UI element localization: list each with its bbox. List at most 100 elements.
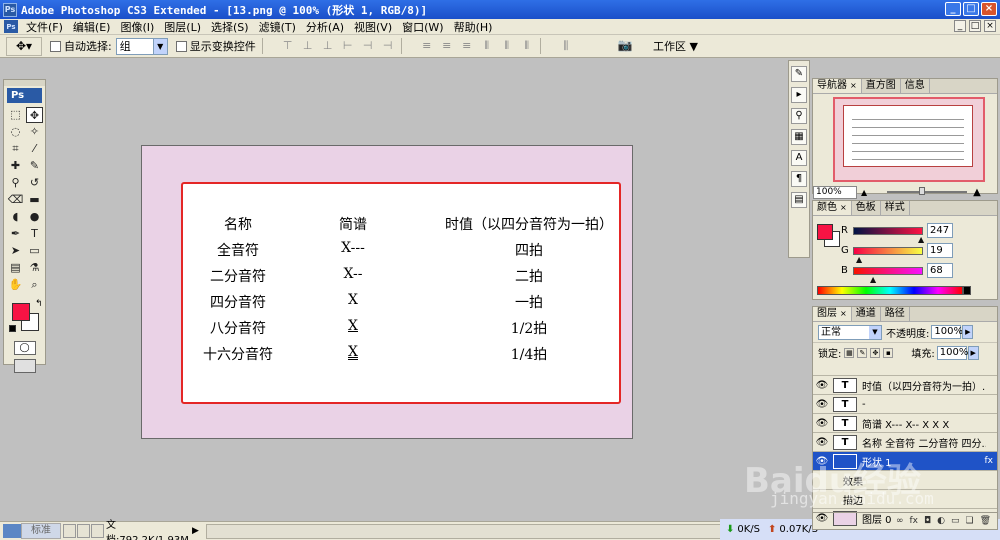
fill-arrow-icon[interactable]: ▶: [967, 345, 979, 360]
doc-minimize-icon[interactable]: _: [954, 20, 966, 32]
menu-filter[interactable]: 滤镜(T): [254, 19, 301, 35]
layer-row[interactable]: 👁 T 名称 全音符 二分音符 四分...: [813, 432, 997, 451]
tab-color[interactable]: 颜色 ×: [813, 201, 852, 215]
show-transform-checkbox[interactable]: 显示变换控件: [175, 38, 256, 54]
distribute-vcenter-icon[interactable]: ≡: [440, 39, 454, 53]
zoom-slider-thumb[interactable]: [919, 187, 926, 195]
notes-tool-icon[interactable]: ▤: [7, 260, 24, 276]
brush-tool-icon[interactable]: ✎: [26, 158, 43, 174]
stamp-tool-icon[interactable]: ⚲: [7, 175, 24, 191]
default-colors-icon[interactable]: [9, 325, 16, 332]
align-bottom-icon[interactable]: ⊥: [321, 39, 335, 53]
blue-value-input[interactable]: 68: [927, 263, 953, 278]
color-ramp[interactable]: [817, 286, 963, 295]
zoom-slider[interactable]: [887, 187, 968, 195]
auto-align-icon[interactable]: ⫼: [559, 39, 573, 53]
history-panel-icon[interactable]: ▤: [791, 192, 807, 208]
menu-window[interactable]: 窗口(W): [397, 19, 448, 35]
blur-tool-icon[interactable]: ◖: [7, 209, 24, 225]
healing-brush-tool-icon[interactable]: ✚: [7, 158, 24, 174]
blue-slider[interactable]: ▲: [853, 266, 923, 284]
opacity-input[interactable]: 100%: [931, 325, 963, 339]
menu-layer[interactable]: 图层(L): [159, 19, 206, 35]
minimize-button[interactable]: _: [945, 2, 961, 16]
paragraph-panel-icon[interactable]: ¶: [791, 171, 807, 187]
add-style-icon[interactable]: fx: [909, 516, 918, 526]
type-tool-icon[interactable]: T: [26, 226, 43, 242]
align-vcenter-icon[interactable]: ⊥: [301, 39, 315, 53]
opacity-arrow-icon[interactable]: ▶: [962, 325, 974, 339]
tab-navigator[interactable]: 导航器 ×: [813, 79, 862, 93]
visibility-eye-icon[interactable]: 👁: [813, 418, 831, 429]
distribute-bottom-icon[interactable]: ≡: [460, 39, 474, 53]
standard-mode-button[interactable]: 标准: [21, 523, 61, 539]
navigator-zoom-field[interactable]: 100%: [813, 185, 857, 199]
menu-analysis[interactable]: 分析(A): [301, 19, 349, 35]
align-left-icon[interactable]: ⊢: [341, 39, 355, 53]
auto-select-dropdown[interactable]: 组 ▼: [115, 37, 168, 55]
path-selection-tool-icon[interactable]: ➤: [7, 243, 24, 259]
tab-layers[interactable]: 图层 ×: [813, 307, 852, 321]
link-layers-icon[interactable]: ∞: [896, 516, 904, 526]
close-button[interactable]: ×: [981, 2, 997, 16]
tab-styles[interactable]: 样式: [881, 201, 910, 215]
align-top-icon[interactable]: ⊤: [281, 39, 295, 53]
lock-all-icon[interactable]: ▪: [883, 347, 894, 358]
gradient-tool-icon[interactable]: ▬: [26, 192, 43, 208]
doc-close-icon[interactable]: ×: [984, 20, 996, 32]
auto-select-check[interactable]: [50, 40, 61, 52]
horizontal-scrollbar[interactable]: [206, 523, 772, 539]
status-button[interactable]: [63, 524, 76, 538]
green-value-input[interactable]: 19: [927, 243, 953, 258]
menu-select[interactable]: 选择(S): [206, 19, 254, 35]
distribute-hcenter-icon[interactable]: ⦀: [500, 39, 514, 53]
status-button[interactable]: [77, 524, 90, 538]
fill-input[interactable]: 100%: [936, 345, 968, 360]
menu-help[interactable]: 帮助(H): [449, 19, 498, 35]
menu-edit[interactable]: 编辑(E): [68, 19, 116, 35]
slice-tool-icon[interactable]: ⁄: [26, 141, 43, 157]
foreground-color-swatch[interactable]: [12, 303, 30, 321]
red-value-input[interactable]: 247: [927, 223, 953, 238]
status-menu-arrow-icon[interactable]: ▶: [192, 526, 202, 536]
blend-mode-dropdown[interactable]: 正常 ▼: [818, 324, 882, 340]
eyedropper-tool-icon[interactable]: ⚗: [26, 260, 43, 276]
tool-presets-icon[interactable]: ▸: [791, 87, 807, 103]
app-menu-icon[interactable]: Ps: [4, 20, 18, 33]
hand-tool-icon[interactable]: ✋: [7, 277, 24, 293]
lock-transparent-icon[interactable]: ▦: [844, 347, 855, 358]
swap-colors-icon[interactable]: ↰: [35, 299, 43, 309]
pen-tool-icon[interactable]: ✒: [7, 226, 24, 242]
lock-image-icon[interactable]: ✎: [857, 347, 868, 358]
history-brush-tool-icon[interactable]: ↺: [26, 175, 43, 191]
status-button[interactable]: [91, 524, 104, 538]
magic-wand-tool-icon[interactable]: ✧: [26, 124, 43, 140]
zoom-tool-icon[interactable]: ⌕: [26, 277, 43, 293]
tab-histogram[interactable]: 直方图: [862, 79, 901, 93]
green-slider-thumb[interactable]: ▲: [856, 255, 862, 264]
color-ramp-black[interactable]: [963, 286, 971, 295]
red-slider-thumb[interactable]: ▲: [918, 235, 924, 244]
panel-foreground-swatch[interactable]: [817, 224, 833, 240]
layer-comps-icon[interactable]: ▦: [791, 129, 807, 145]
visibility-eye-icon[interactable]: 👁: [813, 437, 831, 448]
distribute-left-icon[interactable]: ⦀: [480, 39, 494, 53]
blue-slider-thumb[interactable]: ▲: [870, 275, 876, 284]
character-panel-icon[interactable]: A: [791, 150, 807, 166]
zoom-in-icon[interactable]: ▲: [973, 187, 981, 198]
quick-mask-icon[interactable]: ◯: [13, 341, 36, 355]
lock-position-icon[interactable]: ✥: [870, 347, 881, 358]
menu-view[interactable]: 视图(V): [349, 19, 397, 35]
move-tool-preset-icon[interactable]: ✥▾: [6, 36, 42, 56]
taskbar-app-icon[interactable]: [3, 524, 21, 538]
menu-file[interactable]: 文件(F): [21, 19, 68, 35]
layer-row[interactable]: 👁 T -: [813, 394, 997, 413]
layer-row[interactable]: 👁 T 时值（以四分音符为一拍）...: [813, 375, 997, 394]
doc-restore-icon[interactable]: □: [969, 20, 981, 32]
auto-select-checkbox[interactable]: 自动选择:: [50, 38, 112, 54]
crop-tool-icon[interactable]: ⌗: [7, 141, 24, 157]
maximize-button[interactable]: □: [963, 2, 979, 16]
screen-mode-icon[interactable]: [13, 359, 36, 373]
tab-paths[interactable]: 路径: [881, 307, 910, 321]
menu-image[interactable]: 图像(I): [115, 19, 159, 35]
